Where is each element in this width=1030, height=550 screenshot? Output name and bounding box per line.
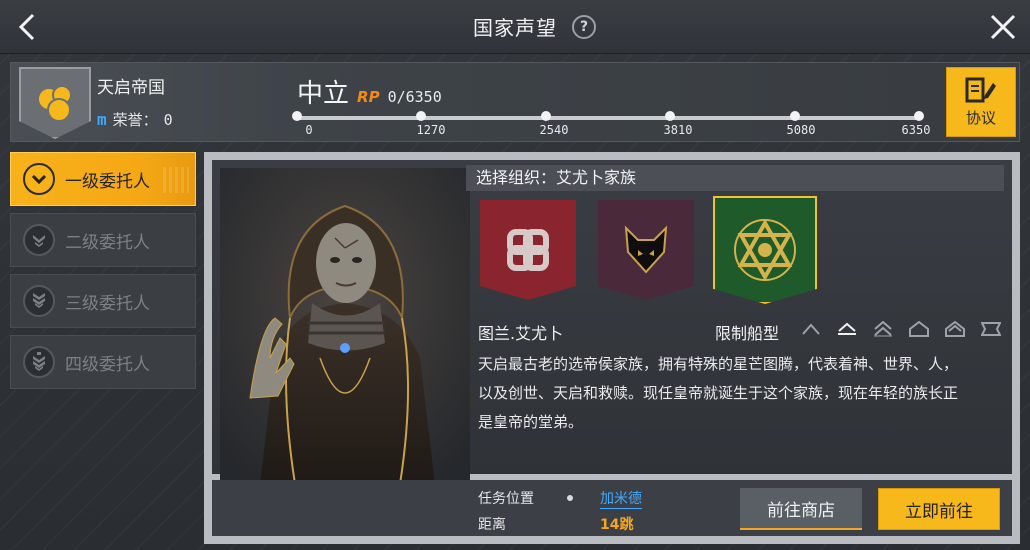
tab-label: 二级委托人 xyxy=(65,232,150,253)
tick-label: 5080 xyxy=(786,123,816,137)
client-detail-panel: 选择组织：艾尤卜家族 图兰.艾尤卜 限制船型 天启最古老的选帝侯家族，拥有特殊的… xyxy=(204,152,1020,544)
star-of-david-emblem-icon xyxy=(734,218,796,282)
ship-class-3-icon[interactable] xyxy=(872,320,894,338)
tab-tier-4[interactable]: 四级委托人 xyxy=(10,335,196,389)
honor-badge-icon: m xyxy=(97,110,107,129)
reputation-status: 中立 RP 0/6350 xyxy=(297,73,442,110)
honor-row: m 荣誉： 0 xyxy=(97,109,173,130)
progress-tick xyxy=(540,111,551,121)
honor-value: 0 xyxy=(163,110,173,129)
description-line: 天启最古老的选帝侯家族，拥有特殊的星芒图腾，代表着神、世界、人， xyxy=(478,355,959,373)
go-now-button[interactable]: 立即前往 xyxy=(878,488,1000,530)
faction-name: 天启帝国 xyxy=(97,78,165,98)
location-pin-icon xyxy=(567,495,573,501)
mission-location-label: 任务位置 xyxy=(478,491,534,507)
ship-limit-icons xyxy=(800,320,1002,338)
tab-label: 四级委托人 xyxy=(65,354,150,375)
distance-label: 距离 xyxy=(478,517,506,533)
tick-label: 3810 xyxy=(663,123,693,137)
tick-label: 1270 xyxy=(416,123,446,137)
progress-tick xyxy=(789,111,800,121)
description-line: 以及创世、天启和救赎。现任皇帝就诞生于这个家族，现在年轻的族长正 xyxy=(478,384,959,402)
reputation-progress-bar xyxy=(292,111,924,121)
client-tier-tabs: 一级委托人 二级委托人 三级委托人 四级委托人 xyxy=(10,152,196,396)
tab-tier-2[interactable]: 二级委托人 xyxy=(10,213,196,267)
top-bar: 国家声望 ? xyxy=(0,0,1030,54)
ship-class-4-icon[interactable] xyxy=(908,320,930,338)
agreement-button[interactable]: 协议 xyxy=(946,67,1016,137)
reputation-name: 中立 xyxy=(297,79,350,109)
org-banner-3[interactable] xyxy=(713,196,817,304)
page-title: 国家声望 xyxy=(473,16,557,40)
close-button[interactable] xyxy=(986,10,1020,44)
faction-emblem xyxy=(19,67,91,139)
leader-name: 图兰.艾尤卜 xyxy=(478,324,564,343)
mission-footer: 任务位置 加米德 距离 14跳 前往商店 立即前往 xyxy=(212,480,1012,536)
close-icon xyxy=(990,14,1016,40)
chevron-down-circle-icon xyxy=(23,163,55,195)
reputation-header: 天启帝国 m 荣誉： 0 中立 RP 0/6350 0 1270 2540 38… xyxy=(10,62,1020,142)
ship-class-2-icon[interactable] xyxy=(836,320,858,338)
mission-location-link[interactable]: 加米德 xyxy=(600,488,642,509)
triple-chevron-icon xyxy=(23,285,55,317)
faction-logo-icon xyxy=(37,85,72,122)
ship-class-5-icon[interactable] xyxy=(944,320,966,338)
faction-description: 天启最古老的选帝侯家族，拥有特殊的星芒图腾，代表着神、世界、人， 以及创世、天启… xyxy=(478,350,998,437)
tab-label: 一级委托人 xyxy=(65,171,150,192)
tab-decoration xyxy=(163,167,189,193)
progress-tick xyxy=(416,111,427,121)
tab-tier-3[interactable]: 三级委托人 xyxy=(10,274,196,328)
ship-class-6-icon[interactable] xyxy=(980,320,1002,338)
knot-emblem-icon xyxy=(507,229,549,271)
org-banner-2[interactable] xyxy=(598,200,694,300)
ship-class-1-icon[interactable] xyxy=(800,320,822,338)
description-line: 是皇帝的堂弟。 xyxy=(478,413,584,431)
client-portrait xyxy=(220,168,470,484)
ship-limit-label: 限制船型 xyxy=(715,324,780,343)
progress-tick xyxy=(292,111,302,121)
tick-label: 0 xyxy=(305,123,313,137)
progress-tick xyxy=(665,111,676,121)
agreement-label: 协议 xyxy=(965,108,996,127)
progress-tick xyxy=(914,111,924,121)
tick-label: 6350 xyxy=(901,123,931,137)
tab-tier-1[interactable]: 一级委托人 xyxy=(10,152,196,206)
document-edit-icon xyxy=(965,77,996,102)
selected-org-header: 选择组织：艾尤卜家族 xyxy=(466,165,1004,191)
quad-chevron-icon xyxy=(23,346,55,378)
honor-label: 荣誉： xyxy=(112,111,158,129)
org-banner-1[interactable] xyxy=(480,200,576,300)
rp-label: RP xyxy=(357,88,380,106)
go-to-shop-button[interactable]: 前往商店 xyxy=(740,488,862,530)
double-chevron-icon xyxy=(23,224,55,256)
help-icon[interactable]: ? xyxy=(572,15,596,39)
client-info-area: 选择组织：艾尤卜家族 图兰.艾尤卜 限制船型 天启最古老的选帝侯家族，拥有特殊的… xyxy=(212,160,1012,484)
wolf-emblem-icon xyxy=(624,225,668,274)
tab-label: 三级委托人 xyxy=(65,293,150,314)
distance-value: 14跳 xyxy=(600,517,634,533)
rp-value: 0/6350 xyxy=(387,88,442,106)
tick-label: 2540 xyxy=(539,123,569,137)
